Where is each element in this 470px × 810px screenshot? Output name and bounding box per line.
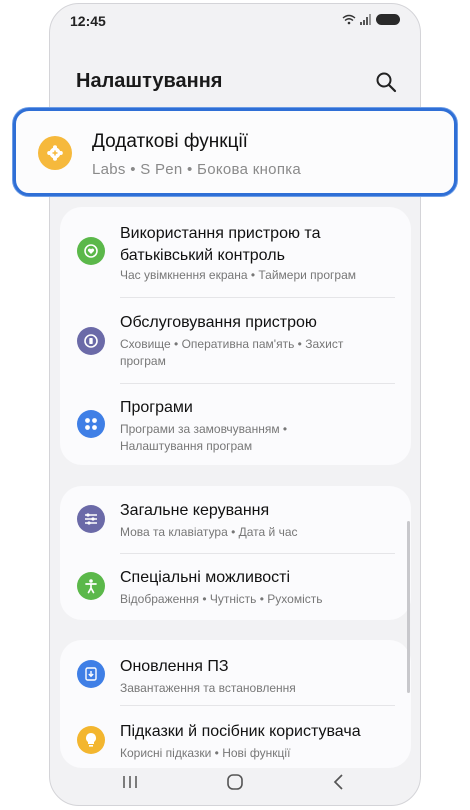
battery-icon	[376, 14, 400, 25]
list-item-software-update[interactable]: Оновлення ПЗ Завантаження та встановленн…	[60, 640, 411, 704]
navigation-bar	[50, 757, 420, 805]
status-time: 12:45	[70, 13, 106, 29]
settings-group-3: Оновлення ПЗ Завантаження та встановленн…	[60, 640, 411, 768]
system-icons	[342, 14, 400, 25]
search-icon[interactable]	[374, 70, 398, 94]
list-item-device-usage[interactable]: Використання пристрою та батьківський ко…	[60, 207, 411, 295]
lightbulb-icon	[77, 726, 105, 754]
accessibility-icon	[77, 572, 105, 600]
sliders-icon	[77, 505, 105, 533]
advanced-features-card[interactable]: Додаткові функції Labs • S Pen • Бокова …	[13, 108, 457, 196]
wifi-icon	[342, 14, 356, 25]
list-item-subtitle: Програми за замовчуванням • Налаштування…	[120, 422, 288, 453]
list-item-general-management[interactable]: Загальне керування Мова та клавіатура • …	[60, 486, 411, 552]
list-item-subtitle: Мова та клавіатура • Дата й час	[120, 525, 298, 539]
list-item-title: Використання пристрою та батьківський ко…	[120, 225, 321, 264]
list-item-subtitle: Час увімкнення екрана • Таймери програм	[120, 268, 356, 282]
list-item-title: Спеціальні можливості	[120, 569, 291, 586]
back-icon[interactable]	[333, 774, 345, 790]
list-item-device-care[interactable]: Обслуговування пристрою Сховище • Операт…	[60, 298, 411, 382]
list-item-apps[interactable]: Програми Програми за замовчуванням • Нал…	[60, 384, 411, 464]
signal-icon	[360, 14, 371, 25]
recents-icon[interactable]	[122, 775, 138, 789]
advanced-features-subtitle: Labs • S Pen • Бокова кнопка	[92, 161, 302, 178]
heart-icon	[77, 237, 105, 265]
list-item-title: Підказки й посібник користувача	[120, 723, 361, 740]
download-icon	[77, 660, 105, 688]
settings-group-2: Загальне керування Мова та клавіатура • …	[60, 486, 411, 620]
list-item-title: Оновлення ПЗ	[120, 658, 229, 675]
list-item-title: Обслуговування пристрою	[120, 314, 317, 331]
status-bar: 12:45	[50, 4, 420, 38]
settings-group-1: Використання пристрою та батьківський ко…	[60, 207, 411, 465]
list-item-subtitle: Відображення • Чутність • Рухомість	[120, 592, 323, 606]
device-care-icon	[77, 327, 105, 355]
list-item-title: Загальне керування	[120, 502, 270, 519]
page-title: Налаштування	[76, 70, 223, 92]
list-item-subtitle: Сховище • Оперативна пам'ять • Захист пр…	[120, 337, 344, 368]
gear-plus-icon	[38, 136, 72, 170]
list-item-accessibility[interactable]: Спеціальні можливості Відображення • Чут…	[60, 554, 411, 620]
list-item-title: Програми	[120, 399, 193, 416]
scrollbar[interactable]	[407, 521, 410, 693]
list-item-subtitle: Завантаження та встановлення	[120, 681, 296, 695]
home-icon[interactable]	[226, 773, 244, 791]
advanced-features-title: Додаткові функції	[92, 131, 248, 152]
apps-grid-icon	[77, 410, 105, 438]
